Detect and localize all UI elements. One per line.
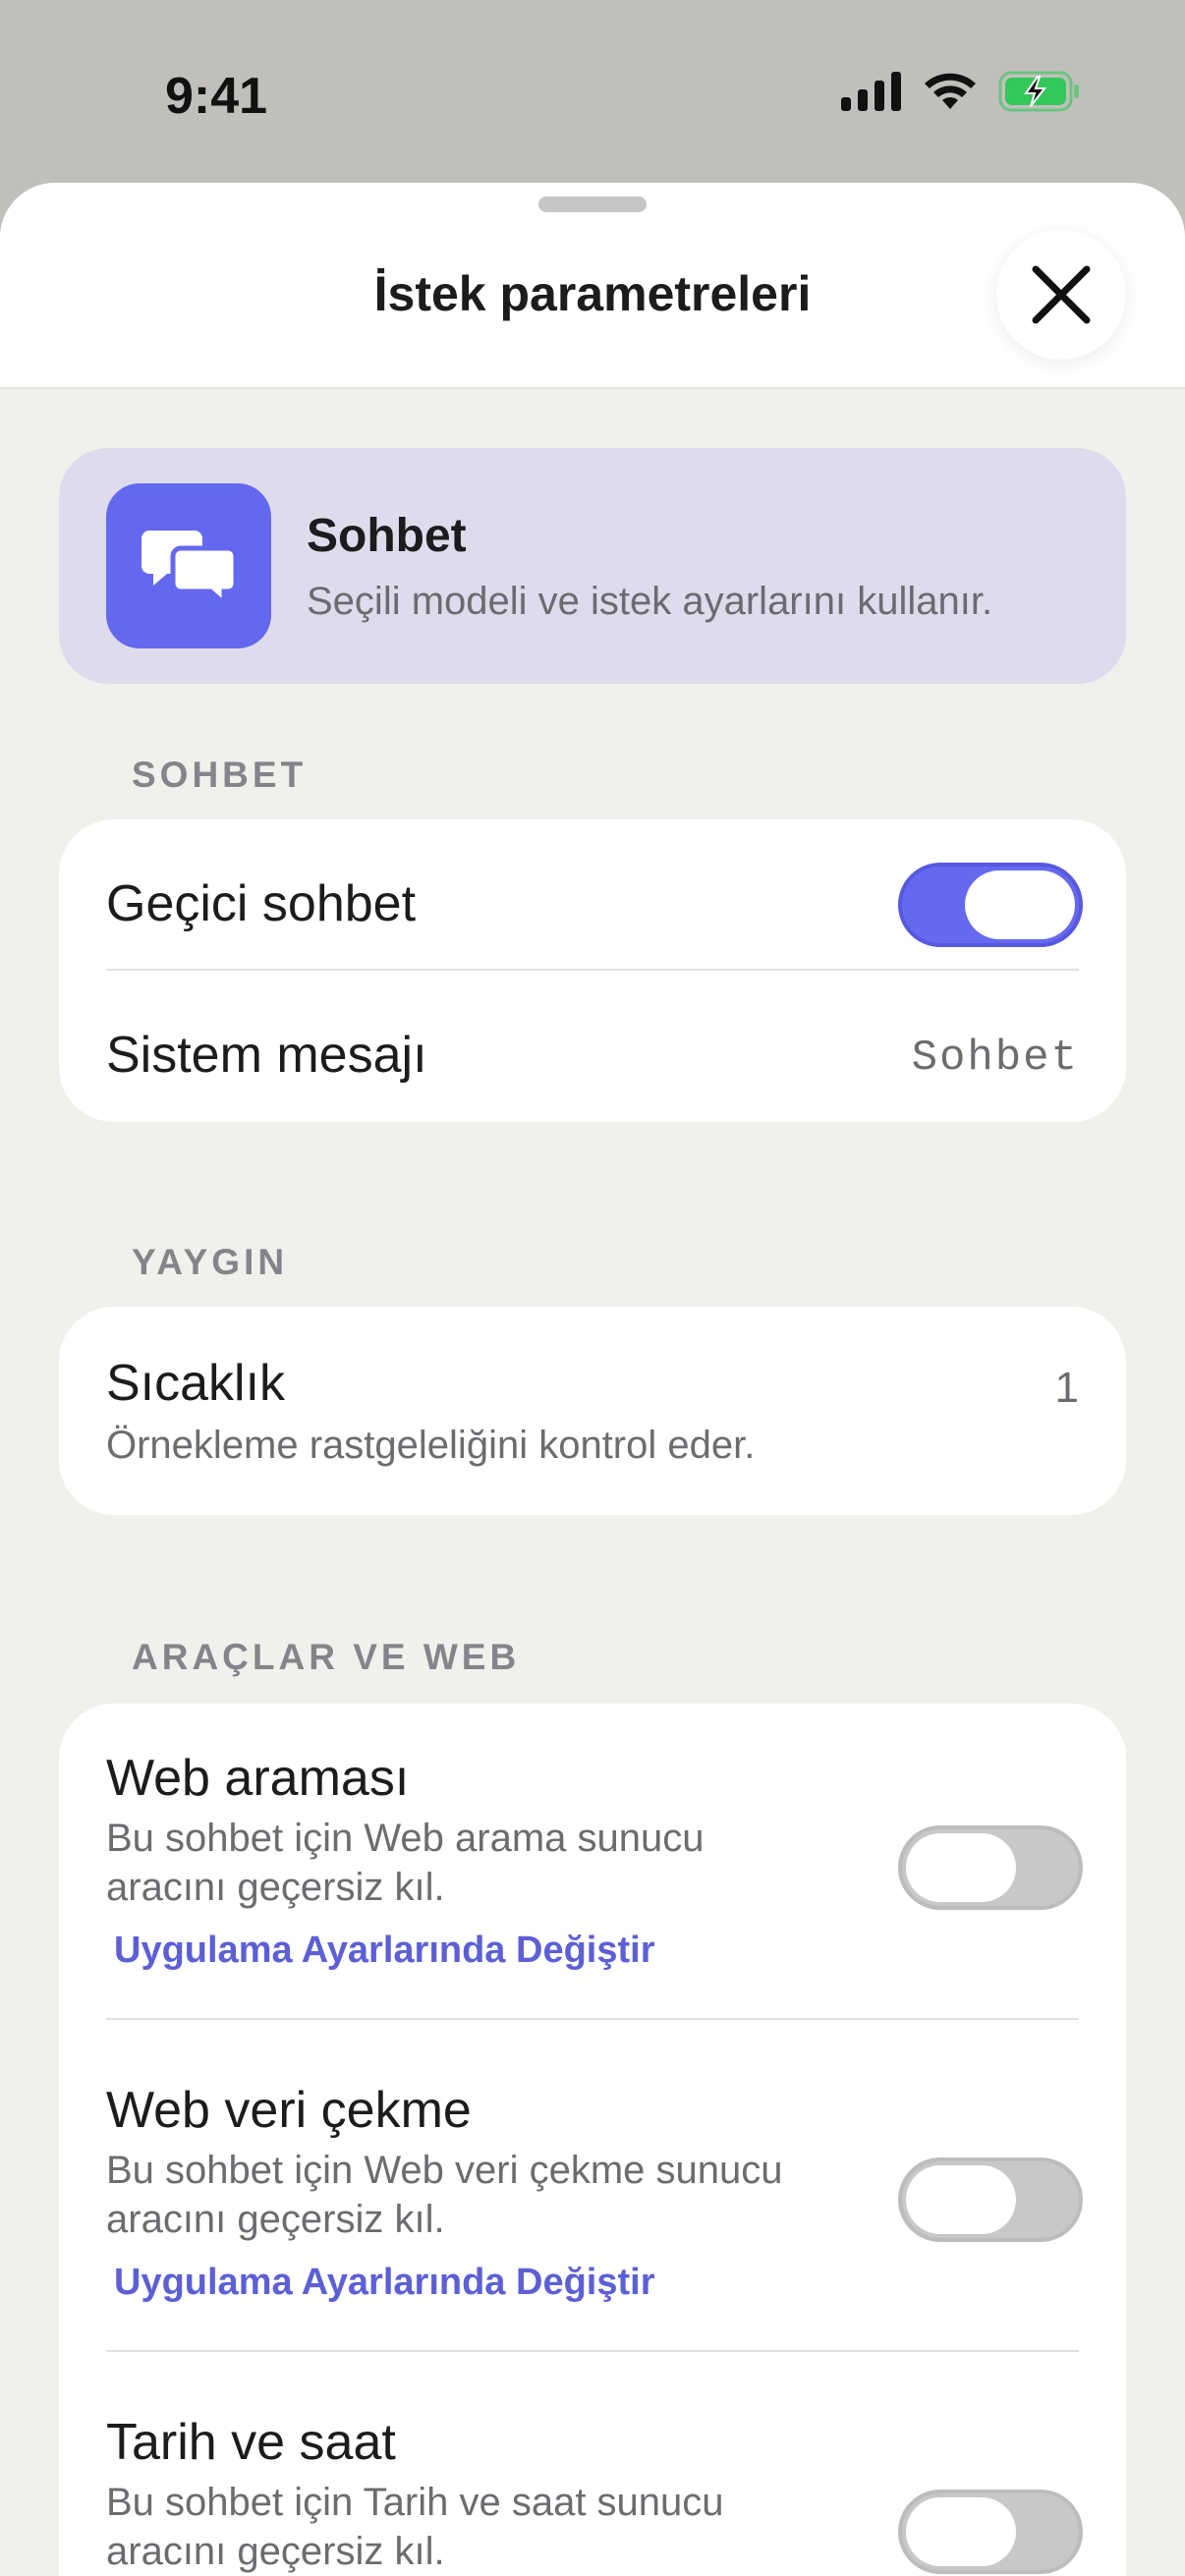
temperature-label[interactable]: Sıcaklık — [106, 1354, 285, 1413]
section-label-chat: SOHBET — [132, 755, 308, 795]
web-search-label: Web araması — [106, 1750, 410, 1807]
section-label-common: YAYGIN — [132, 1242, 289, 1282]
status-icons — [841, 71, 1081, 112]
web-fetch-description-line2: aracını geçersiz kıl. — [106, 2198, 445, 2241]
tools-settings-group: Web araması Bu sohbet için Web arama sun… — [59, 1704, 1126, 2576]
web-search-toggle[interactable] — [898, 1825, 1083, 1910]
mode-title: Sohbet — [307, 510, 467, 562]
sheet-header: İstek parametreleri — [0, 183, 1185, 389]
sheet-grabber[interactable] — [538, 196, 647, 212]
parameters-sheet: İstek parametreleri Sohbet Seçili modeli… — [0, 183, 1185, 2576]
chat-bubbles-icon — [141, 531, 236, 605]
web-fetch-app-settings-link[interactable]: Uygulama Ayarlarında Değiştir — [114, 2262, 654, 2304]
web-search-description-line1: Bu sohbet için Web arama sunucu — [106, 1817, 705, 1860]
wifi-icon — [925, 73, 976, 109]
system-message-value[interactable]: Sohbet — [912, 1034, 1079, 1083]
divider — [106, 2018, 1079, 2020]
toggle-knob — [906, 1833, 1016, 1902]
toggle-knob — [906, 2165, 1016, 2234]
web-search-description-line2: aracını geçersiz kıl. — [106, 1866, 445, 1909]
system-message-label[interactable]: Sistem mesajı — [106, 1026, 427, 1085]
web-fetch-toggle[interactable] — [898, 2157, 1083, 2242]
temporary-chat-label: Geçici sohbet — [106, 875, 417, 932]
web-search-app-settings-link[interactable]: Uygulama Ayarlarında Değiştir — [114, 1930, 654, 1972]
cellular-signal-icon — [841, 72, 901, 111]
web-fetch-label: Web veri çekme — [106, 2082, 472, 2139]
date-time-toggle[interactable] — [898, 2490, 1083, 2574]
mode-card[interactable]: Sohbet Seçili modeli ve istek ayarlarını… — [59, 448, 1126, 684]
temporary-chat-toggle[interactable] — [898, 863, 1083, 947]
divider — [106, 969, 1079, 971]
section-label-tools: ARAÇLAR VE WEB — [132, 1637, 521, 1677]
mode-description: Seçili modeli ve istek ayarlarını kullan… — [307, 580, 993, 623]
close-button[interactable] — [996, 230, 1126, 360]
toggle-knob — [906, 2497, 1016, 2566]
divider — [106, 2350, 1079, 2352]
status-bar: 9:41 — [0, 0, 1185, 187]
date-time-description-line1: Bu sohbet için Tarih ve saat sunucu — [106, 2481, 724, 2524]
status-time: 9:41 — [165, 68, 268, 125]
web-fetch-description-line1: Bu sohbet için Web veri çekme sunucu — [106, 2149, 783, 2192]
mode-icon-tile — [106, 483, 271, 648]
chat-settings-group: Geçici sohbet Sistem mesajı Sohbet — [59, 819, 1126, 1122]
temperature-value[interactable]: 1 — [1055, 1364, 1079, 1413]
date-time-description-line2: aracını geçersiz kıl. — [106, 2530, 445, 2573]
common-settings-group: Sıcaklık Örnekleme rastgeleliğini kontro… — [59, 1307, 1126, 1515]
battery-charging-icon — [998, 71, 1079, 112]
date-time-label: Tarih ve saat — [106, 2414, 396, 2471]
toggle-knob — [965, 870, 1075, 939]
close-icon — [1032, 265, 1091, 324]
temperature-description: Örnekleme rastgeleliğini kontrol eder. — [106, 1424, 756, 1467]
